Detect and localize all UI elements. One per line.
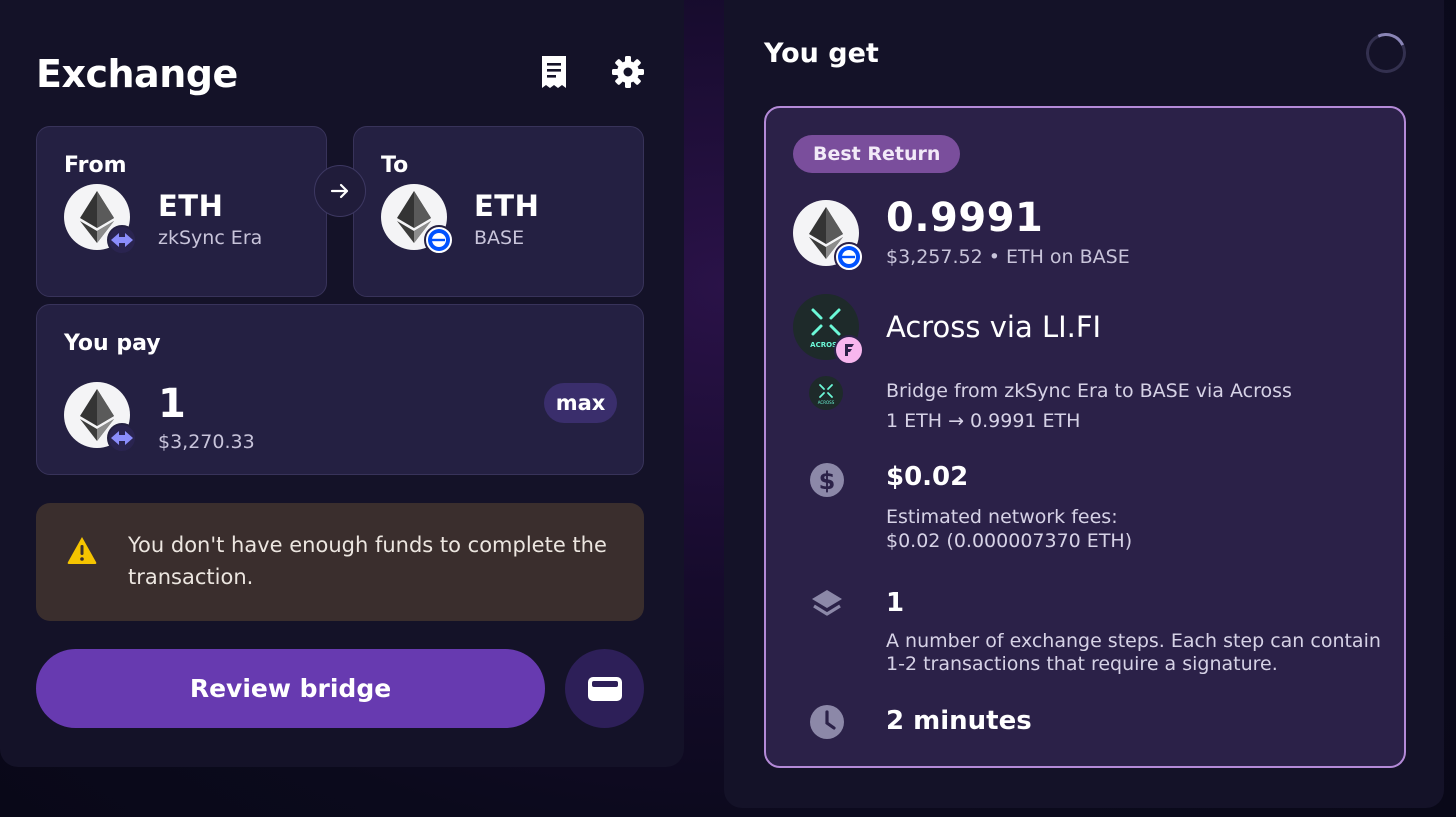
step-description: Bridge from zkSync Era to BASE via Acros… xyxy=(886,380,1292,402)
page-title: Exchange xyxy=(36,52,238,96)
review-bridge-button[interactable]: Review bridge xyxy=(36,649,545,728)
warning-text: You don't have enough funds to complete … xyxy=(128,533,607,589)
svg-text:ACROSS: ACROSS xyxy=(818,400,835,405)
to-token-card[interactable]: To ETH BASE xyxy=(353,126,644,297)
best-return-badge: Best Return xyxy=(793,135,961,173)
pay-amount-usd: $3,270.33 xyxy=(158,431,255,453)
to-label: To xyxy=(381,153,409,178)
zksync-icon xyxy=(107,423,137,453)
lifi-icon xyxy=(834,335,864,365)
best-route-card[interactable]: Best Return 0.9991 $3,257.52 • ETH on BA… xyxy=(764,106,1406,768)
from-chain-name: zkSync Era xyxy=(158,227,263,249)
from-label: From xyxy=(64,153,127,178)
svg-text:$: $ xyxy=(819,467,836,495)
base-chain-icon xyxy=(424,225,454,255)
warning-icon xyxy=(66,535,98,569)
wallet-button[interactable] xyxy=(565,649,644,728)
to-token-symbol: ETH xyxy=(474,189,540,223)
receive-amount: 0.9991 xyxy=(886,195,1044,241)
pay-amount-card[interactable]: You pay 1 $3,270.33 max xyxy=(36,304,644,475)
across-step-icon: ACROSS xyxy=(809,376,843,410)
exchange-steps-value: 1 xyxy=(886,588,905,618)
from-token-card[interactable]: From ETH zkSync Era xyxy=(36,126,327,297)
insufficient-funds-warning: You don't have enough funds to complete … xyxy=(36,503,644,621)
network-fee-label: Estimated network fees: xyxy=(886,506,1118,528)
swap-direction-button[interactable] xyxy=(314,165,366,217)
zksync-icon xyxy=(107,225,137,255)
base-chain-icon xyxy=(834,242,864,272)
network-fee-detail: $0.02 (0.000007370 ETH) xyxy=(886,530,1133,552)
network-fee-value: $0.02 xyxy=(886,462,969,492)
exchange-steps-desc: A number of exchange steps. Each step ca… xyxy=(886,630,1381,675)
pay-label: You pay xyxy=(64,331,161,356)
receive-amount-usd: $3,257.52 • ETH on BASE xyxy=(886,246,1130,268)
route-provider: Across via LI.FI xyxy=(886,310,1102,344)
you-get-title: You get xyxy=(764,38,879,69)
clock-icon xyxy=(809,704,845,740)
from-token-symbol: ETH xyxy=(158,189,224,223)
arrow-right-icon xyxy=(330,183,349,199)
receipt-icon[interactable] xyxy=(536,54,572,90)
wallet-icon xyxy=(587,676,622,701)
pay-amount-input[interactable]: 1 xyxy=(158,381,186,427)
estimated-time-value: 2 minutes xyxy=(886,706,1032,736)
gear-icon[interactable] xyxy=(610,54,646,90)
dollar-icon: $ xyxy=(809,462,845,498)
step-amounts: 1 ETH → 0.9991 ETH xyxy=(886,410,1081,432)
max-button[interactable]: max xyxy=(544,383,617,423)
layers-icon xyxy=(809,586,845,622)
to-chain-name: BASE xyxy=(474,227,525,249)
